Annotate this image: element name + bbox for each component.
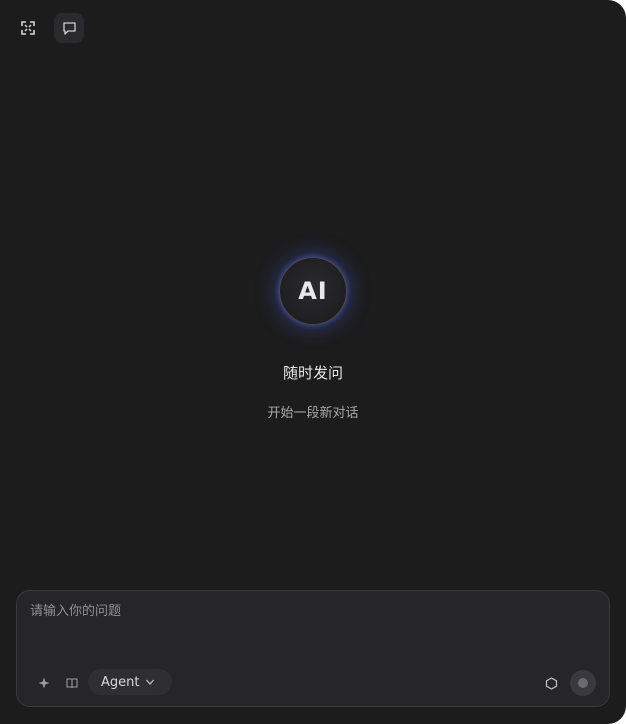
hero-title: 随时发问 xyxy=(282,364,343,382)
mode-select-value: Agent xyxy=(101,674,140,690)
hero-subtitle: 开始一段新对话 xyxy=(267,406,359,421)
message-composer: Agent xyxy=(16,590,610,707)
sparkle-icon xyxy=(38,677,50,689)
book-icon xyxy=(66,678,78,689)
ai-chat-panel: AI 随时发问 开始一段新对话 Agent xyxy=(0,0,626,724)
knowledge-base-button[interactable] xyxy=(60,671,84,695)
send-icon xyxy=(578,678,588,688)
ai-logo-text: AI xyxy=(298,277,328,305)
send-button[interactable] xyxy=(570,670,596,696)
chevron-down-icon xyxy=(146,679,155,685)
sparkle-tool-button[interactable] xyxy=(32,671,56,695)
new-chat-button[interactable] xyxy=(54,13,84,43)
fullscreen-button[interactable] xyxy=(13,13,43,43)
cube-icon xyxy=(545,676,557,690)
ai-logo: AI xyxy=(279,257,347,325)
model-button[interactable] xyxy=(539,671,563,695)
mode-select[interactable]: Agent xyxy=(88,669,172,695)
expand-icon xyxy=(21,21,35,35)
chat-bubble-icon xyxy=(62,21,76,35)
message-input[interactable] xyxy=(17,591,609,663)
